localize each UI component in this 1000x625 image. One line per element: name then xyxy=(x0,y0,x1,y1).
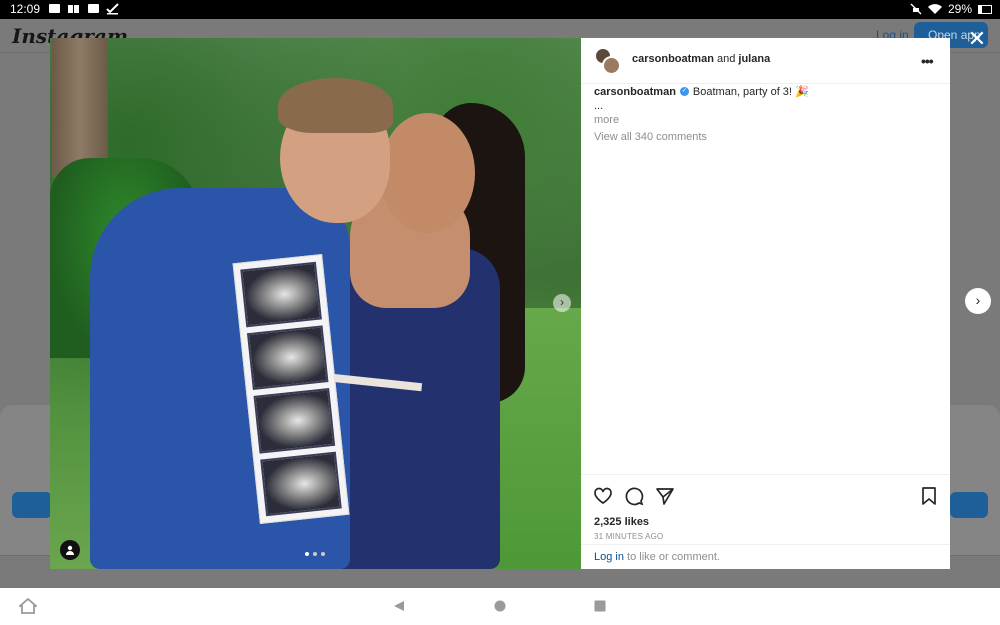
tagged-users-button[interactable] xyxy=(60,540,80,560)
caption-ellipsis: ... xyxy=(594,100,604,112)
bookmark-icon[interactable] xyxy=(919,486,939,506)
photo-woman-head xyxy=(380,113,475,233)
photo-tree xyxy=(52,38,108,178)
carousel-dots xyxy=(305,552,325,556)
ultrasound-frame xyxy=(246,324,329,390)
user-icon xyxy=(66,545,74,555)
battery-percent: 29% xyxy=(947,2,972,16)
book-icon xyxy=(68,5,79,13)
avatar xyxy=(602,56,621,75)
notification-icon xyxy=(88,4,99,13)
login-link[interactable]: Log in xyxy=(594,551,624,563)
status-right: 29% xyxy=(910,2,992,16)
next-post-button[interactable]: › xyxy=(965,288,991,314)
collab-avatars[interactable] xyxy=(594,47,622,75)
verified-badge-icon: ✓ xyxy=(679,87,689,96)
recents-icon[interactable] xyxy=(594,600,606,612)
background-button xyxy=(950,492,988,518)
caption-more-link[interactable]: more xyxy=(594,114,939,126)
share-icon[interactable] xyxy=(655,486,675,506)
caption-username[interactable]: carsonboatman xyxy=(594,86,676,98)
likes-count[interactable]: 2,325 likes xyxy=(594,516,649,528)
author-username[interactable]: carsonboatman xyxy=(632,53,714,65)
status-bar: 12:09 29% xyxy=(0,0,1000,19)
ultrasound-frame xyxy=(260,451,342,517)
login-prompt-text: to like or comment. xyxy=(623,551,720,563)
view-all-comments-link[interactable]: View all 340 comments xyxy=(594,131,939,143)
login-prompt: Log in to like or comment. xyxy=(581,544,950,569)
post-photo[interactable]: › xyxy=(50,38,581,569)
post-side-panel: carsonboatman and julana ••• carsonboatm… xyxy=(581,38,950,569)
carousel-dot xyxy=(313,552,317,556)
post-modal: › carsonboatman and julana ••• carsonboa… xyxy=(50,38,950,569)
photo-man-hair xyxy=(278,78,393,133)
mute-icon xyxy=(910,3,922,15)
post-time-ago: 31 MINUTES AGO xyxy=(594,532,664,541)
comment-icon[interactable] xyxy=(624,486,644,506)
notification-icon xyxy=(49,4,60,13)
carousel-next-button[interactable]: › xyxy=(553,294,571,312)
system-nav-bar xyxy=(0,588,1000,625)
post-authors: carsonboatman and julana xyxy=(632,53,770,65)
author-joiner: and xyxy=(716,53,736,65)
post-header: carsonboatman and julana ••• xyxy=(581,38,950,84)
back-icon[interactable] xyxy=(393,600,405,612)
ultrasound-frame xyxy=(240,261,322,327)
more-options-icon[interactable]: ••• xyxy=(921,53,934,69)
post-caption: carsonboatman ✓ Boatman, party of 3! 🎉 .… xyxy=(594,84,939,144)
carousel-dot-active xyxy=(305,552,309,556)
status-time: 12:09 xyxy=(10,2,41,16)
home-icon[interactable] xyxy=(494,600,506,612)
check-icon xyxy=(106,3,119,15)
carousel-dot xyxy=(321,552,325,556)
wifi-icon xyxy=(927,3,942,14)
background-button xyxy=(12,492,52,518)
close-icon[interactable]: ✕ xyxy=(966,28,988,51)
post-actions xyxy=(581,474,950,514)
battery-icon xyxy=(978,4,992,14)
ultrasound-frame xyxy=(253,388,336,454)
home-launcher-icon[interactable] xyxy=(19,598,37,614)
collaborator-username[interactable]: julana xyxy=(738,53,770,65)
heart-icon[interactable] xyxy=(593,486,613,506)
caption-text: Boatman, party of 3! 🎉 xyxy=(692,86,809,98)
